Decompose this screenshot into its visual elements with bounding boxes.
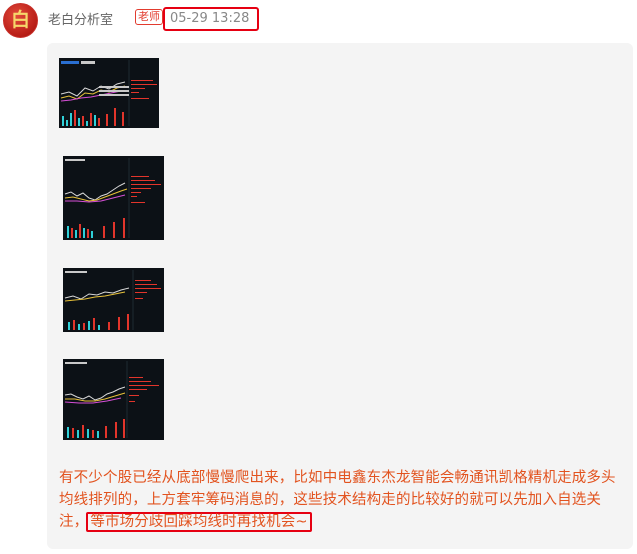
author-name[interactable]: 老白分析室 — [48, 9, 113, 28]
author-avatar[interactable]: 白 — [3, 3, 38, 38]
chart-screenshot-4[interactable] — [63, 359, 164, 440]
message-text: 有不少个股已经从底部慢慢爬出来，比如中电鑫东杰龙智能会畅通讯凯格精机走成多头均线… — [59, 467, 625, 533]
chart-screenshot-1[interactable] — [59, 58, 159, 128]
post-timestamp: 05-29 13:28 — [163, 7, 259, 31]
teacher-badge: 老师 — [135, 9, 163, 25]
highlighted-phrase: 等市场分歧回踩均线时再找机会~ — [86, 512, 312, 532]
chart-screenshot-2[interactable] — [63, 156, 164, 240]
chart-screenshot-3[interactable] — [63, 268, 164, 332]
